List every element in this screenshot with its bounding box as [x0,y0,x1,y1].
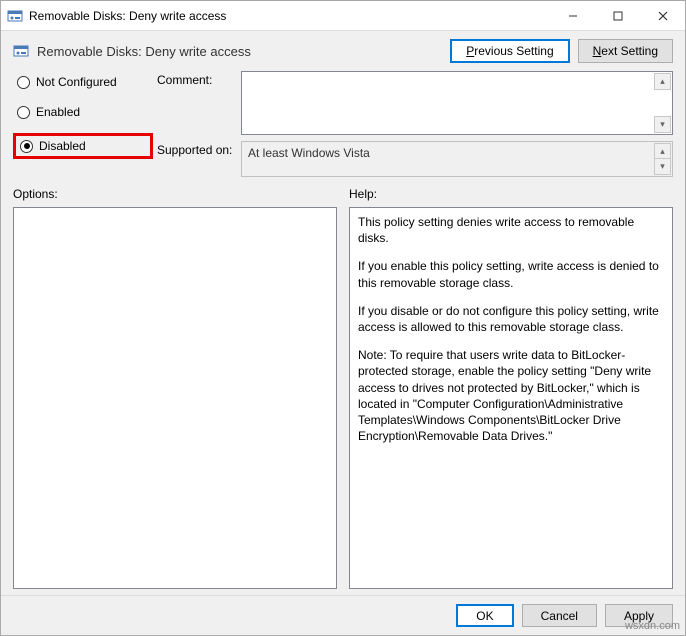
ok-button[interactable]: OK [456,604,513,627]
highlight-box: Disabled [13,133,153,159]
titlebar: Removable Disks: Deny write access [1,1,685,31]
watermark: wsxdn.com [625,620,680,632]
close-button[interactable] [640,1,685,30]
radio-icon [17,76,30,89]
supported-label: Supported on: [157,141,237,157]
radio-label: Disabled [39,139,86,153]
help-label: Help: [349,187,673,201]
window-controls [550,1,685,30]
header-title: Removable Disks: Deny write access [37,44,442,59]
next-setting-button[interactable]: Next Setting [578,39,673,63]
scroll-down-icon[interactable]: ▾ [654,116,671,133]
radio-not-configured[interactable]: Not Configured [13,73,153,91]
minimize-button[interactable] [550,1,595,30]
previous-setting-button[interactable]: Previous Setting [450,39,569,63]
radio-icon [17,106,30,119]
options-label: Options: [13,187,337,201]
mid-row: Options: Help: This policy setting denie… [13,187,673,589]
comment-label: Comment: [157,71,237,87]
footer: OK Cancel Apply [1,595,685,635]
scroll-up-icon[interactable]: ▴ [654,73,671,90]
help-text: If you disable or do not configure this … [358,303,664,335]
help-column: Help: This policy setting denies write a… [349,187,673,589]
radio-enabled[interactable]: Enabled [13,103,153,121]
help-text: If you enable this policy setting, write… [358,258,664,290]
maximize-button[interactable] [595,1,640,30]
comment-textbox[interactable]: ▴ ▾ [241,71,673,135]
scroll-down-icon[interactable]: ▾ [654,158,671,175]
help-text: This policy setting denies write access … [358,214,664,246]
radio-label: Enabled [36,105,80,119]
dialog-body: Not Configured Enabled Disabled Comment:… [1,71,685,595]
help-text: Note: To require that users write data t… [358,347,664,444]
header-row: Removable Disks: Deny write access Previ… [1,31,685,71]
radio-icon [20,140,33,153]
top-grid: Not Configured Enabled Disabled Comment:… [13,71,673,177]
radio-label: Not Configured [36,75,117,89]
help-panel[interactable]: This policy setting denies write access … [349,207,673,589]
dialog-window: Removable Disks: Deny write access Remov… [0,0,686,636]
radio-disabled[interactable]: Disabled [20,139,86,153]
state-radios: Not Configured Enabled Disabled [13,71,153,159]
options-column: Options: [13,187,337,589]
window-title: Removable Disks: Deny write access [29,9,550,23]
policy-icon [7,8,23,24]
cancel-button[interactable]: Cancel [522,604,597,627]
policy-icon [13,43,29,59]
supported-box: At least Windows Vista ▴ ▾ [241,141,673,177]
options-panel[interactable] [13,207,337,589]
supported-text: At least Windows Vista [248,146,370,160]
